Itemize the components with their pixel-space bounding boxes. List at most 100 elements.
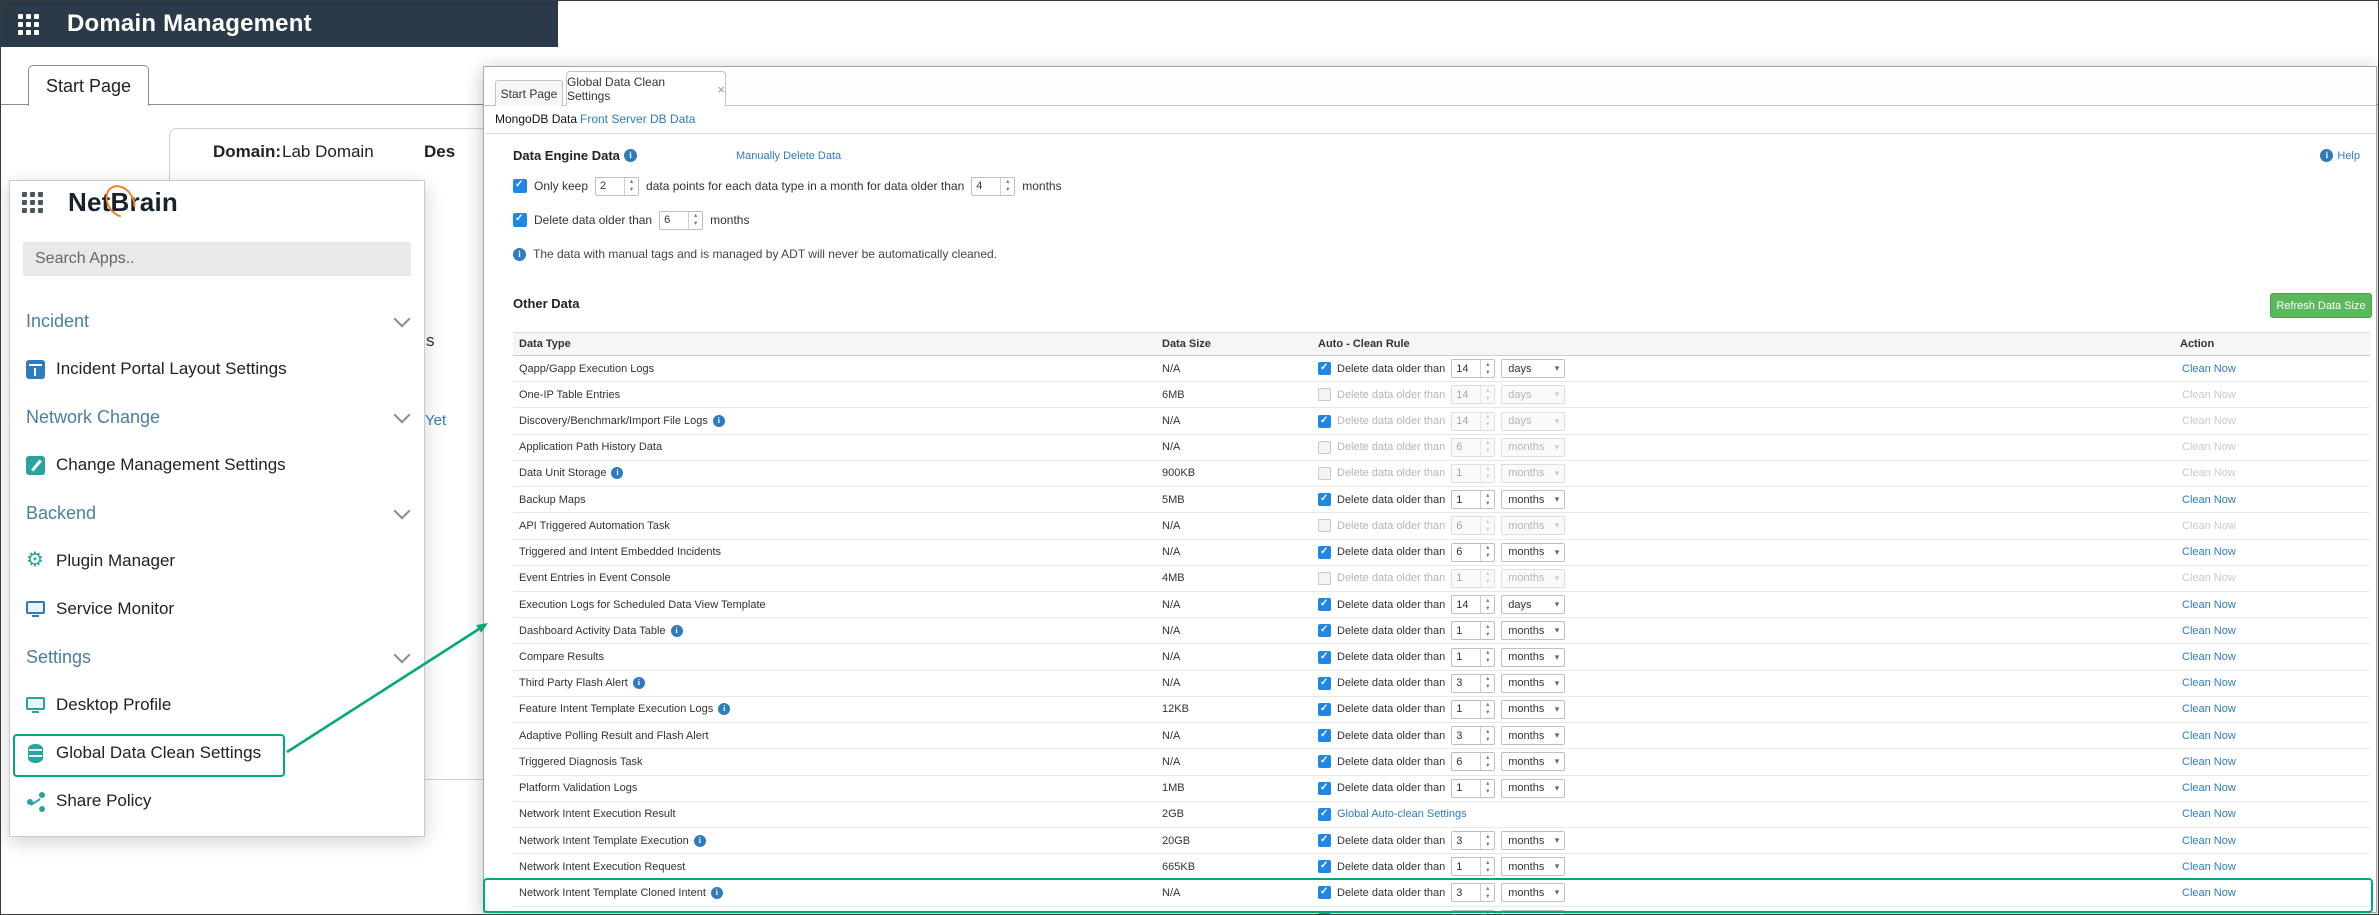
info-icon[interactable] [712, 415, 725, 428]
auto-clean-checkbox[interactable] [1318, 886, 1331, 900]
tab-start-page[interactable]: Start Page [28, 65, 149, 106]
retention-value-input[interactable]: 14 [1451, 385, 1496, 405]
global-auto-clean-settings-link[interactable]: Global Auto-clean Settings [1337, 808, 1467, 820]
retention-unit-select[interactable]: months [1501, 673, 1566, 693]
clean-now-link[interactable]: Clean Now [2182, 651, 2236, 663]
retention-unit-select[interactable]: months [1501, 542, 1566, 562]
auto-clean-checkbox[interactable] [1318, 624, 1331, 638]
spinner-icon[interactable] [1480, 700, 1494, 718]
clean-now-link[interactable]: Clean Now [2182, 730, 2236, 742]
retention-value-input[interactable]: 1 [1451, 568, 1496, 588]
retention-unit-select[interactable]: months [1501, 621, 1566, 641]
auto-clean-checkbox[interactable] [1318, 781, 1331, 795]
older-than-months-input[interactable]: 4 [971, 176, 1016, 196]
auto-clean-checkbox[interactable] [1318, 519, 1331, 533]
spinner-icon[interactable] [1480, 674, 1494, 692]
tab-start-page-inner[interactable]: Start Page [495, 80, 563, 106]
spinner-icon[interactable] [1480, 386, 1494, 404]
menu-item-service-monitor[interactable]: Service Monitor [10, 585, 424, 633]
retention-unit-select[interactable]: months [1501, 437, 1566, 457]
retention-value-input[interactable]: 3 [1451, 831, 1496, 851]
spinner-icon[interactable] [1480, 438, 1494, 456]
spinner-icon[interactable] [1480, 727, 1494, 745]
retention-unit-select[interactable]: months [1501, 883, 1566, 903]
clean-now-link[interactable]: Clean Now [2182, 494, 2236, 506]
menu-section-settings[interactable]: Settings [10, 633, 424, 681]
auto-clean-checkbox[interactable] [1318, 834, 1331, 848]
spinner-icon[interactable] [1480, 910, 1494, 914]
auto-clean-checkbox[interactable] [1318, 493, 1331, 507]
menu-item-share-policy[interactable]: Share Policy [10, 777, 424, 825]
clean-now-link[interactable]: Clean Now [2182, 835, 2236, 847]
clean-now-link[interactable]: Clean Now [2182, 546, 2236, 558]
spinner-icon[interactable] [1480, 648, 1494, 666]
retention-value-input[interactable]: 6 [1451, 516, 1496, 536]
clean-now-link[interactable]: Clean Now [2182, 861, 2236, 873]
retention-value-input[interactable]: 1 [1451, 621, 1496, 641]
chevron-down-icon[interactable] [393, 646, 411, 663]
spinner-icon[interactable] [1480, 884, 1494, 902]
auto-clean-checkbox[interactable] [1318, 676, 1331, 690]
retention-unit-select[interactable]: months [1501, 647, 1566, 667]
retention-unit-select[interactable]: months [1501, 699, 1566, 719]
auto-clean-checkbox[interactable] [1318, 650, 1331, 664]
retention-unit-select[interactable]: months [1501, 752, 1566, 772]
menu-section-incident[interactable]: Incident [10, 297, 424, 345]
retention-value-input[interactable]: 14 [1451, 411, 1496, 431]
auto-clean-checkbox[interactable] [1318, 466, 1331, 480]
retention-unit-select[interactable]: months [1501, 516, 1566, 536]
spinner-icon[interactable] [1480, 622, 1494, 640]
info-icon[interactable] [693, 834, 706, 847]
menu-section-network-change[interactable]: Network Change [10, 393, 424, 441]
spinner-icon[interactable] [1480, 360, 1494, 378]
info-icon[interactable] [632, 677, 645, 690]
retention-value-input[interactable]: 6 [1451, 437, 1496, 457]
chevron-down-icon[interactable] [393, 310, 411, 327]
menu-item-plugin-manager[interactable]: Plugin Manager [10, 537, 424, 585]
clean-now-link[interactable]: Clean Now [2182, 887, 2236, 899]
spinner-icon[interactable] [1480, 464, 1494, 482]
auto-clean-checkbox[interactable] [1318, 414, 1331, 428]
auto-clean-checkbox[interactable] [1318, 702, 1331, 716]
retention-unit-select[interactable]: days [1501, 909, 1566, 914]
auto-clean-checkbox[interactable] [1318, 440, 1331, 454]
app-launcher-icon[interactable] [18, 13, 39, 35]
spinner-icon[interactable] [1480, 779, 1494, 797]
retention-value-input[interactable]: 6 [1451, 542, 1496, 562]
help-link[interactable]: Help [2320, 149, 2360, 162]
clean-now-link[interactable]: Clean Now [2182, 703, 2236, 715]
link-fragment[interactable]: Yet [425, 412, 446, 429]
search-apps-input[interactable] [23, 242, 411, 276]
retention-unit-select[interactable]: days [1501, 385, 1566, 405]
clean-now-link[interactable]: Clean Now [2182, 599, 2236, 611]
menu-item-incident-portal-layout-settings[interactable]: Incident Portal Layout Settings [10, 345, 424, 393]
retention-value-input[interactable]: 14 [1451, 359, 1496, 379]
subtab-mongodb-data[interactable]: MongoDB Data [495, 112, 577, 126]
close-icon[interactable]: × [717, 83, 725, 96]
retention-value-input[interactable]: 1 [1451, 857, 1496, 877]
spinner-icon[interactable] [1480, 412, 1494, 430]
menu-item-change-management-settings[interactable]: Change Management Settings [10, 441, 424, 489]
retention-unit-select[interactable]: days [1501, 595, 1566, 615]
retention-unit-select[interactable]: months [1501, 463, 1566, 483]
retention-value-input[interactable]: 1 [1451, 647, 1496, 667]
spinner-icon[interactable] [1480, 858, 1494, 876]
retention-unit-select[interactable]: months [1501, 778, 1566, 798]
clean-now-link[interactable]: Clean Now [2182, 363, 2236, 375]
retention-value-input[interactable]: 3 [1451, 673, 1496, 693]
auto-clean-checkbox[interactable] [1318, 807, 1331, 821]
retention-value-input[interactable]: 1 [1451, 490, 1496, 510]
auto-clean-checkbox[interactable] [1318, 571, 1331, 585]
retention-unit-select[interactable]: days [1501, 411, 1566, 431]
only-keep-checkbox[interactable] [513, 179, 527, 193]
spinner-icon[interactable] [1480, 543, 1494, 561]
retention-unit-select[interactable]: months [1501, 490, 1566, 510]
retention-value-input[interactable]: 14 [1451, 595, 1496, 615]
retention-value-input[interactable]: 1 [1451, 778, 1496, 798]
delete-older-checkbox[interactable] [513, 213, 527, 227]
manually-delete-data-link[interactable]: Manually Delete Data [736, 150, 841, 162]
clean-now-link[interactable]: Clean Now [2182, 625, 2236, 637]
retention-unit-select[interactable]: months [1501, 857, 1566, 877]
subtab-front-server-db-data[interactable]: Front Server DB Data [580, 112, 695, 126]
info-icon[interactable] [710, 886, 723, 899]
